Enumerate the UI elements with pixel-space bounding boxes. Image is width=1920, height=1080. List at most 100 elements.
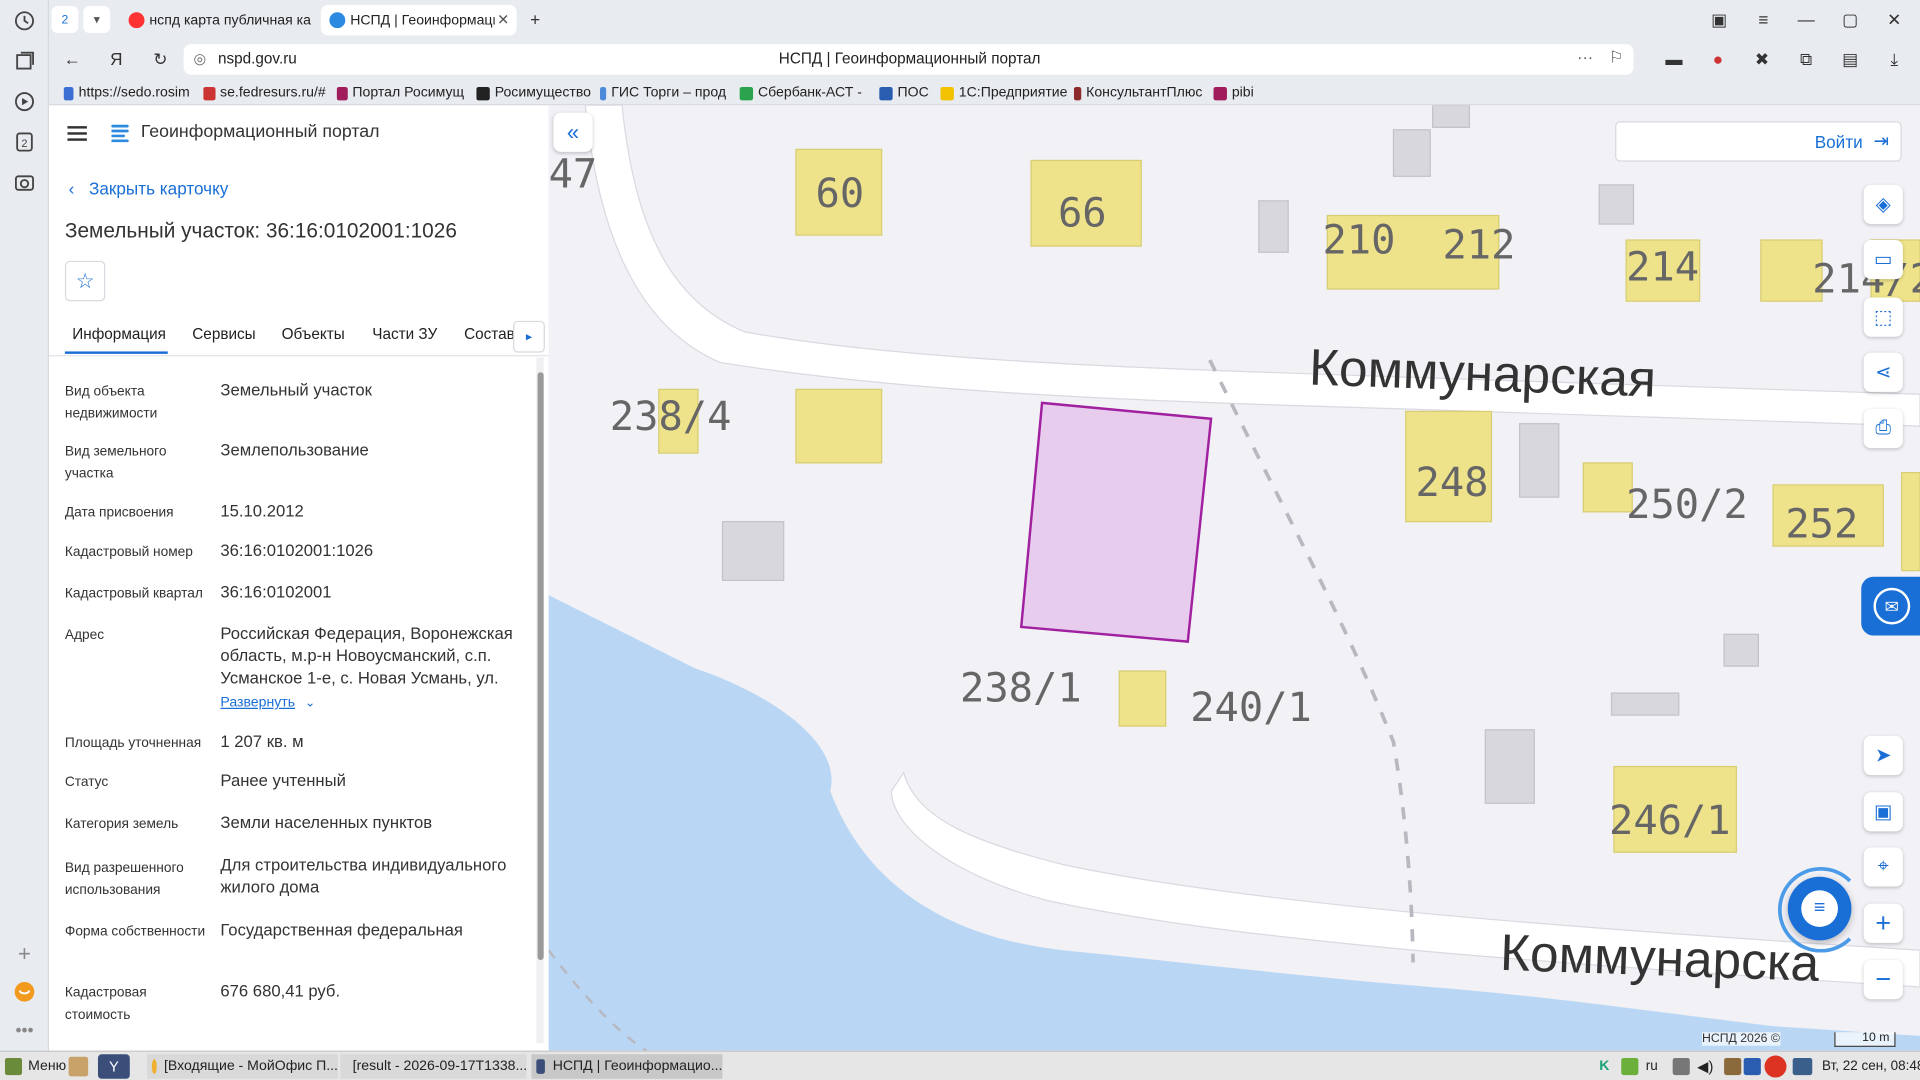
feedback-icon: ✉: [1873, 587, 1911, 625]
search-location-button[interactable]: ⌖: [1863, 847, 1903, 887]
file-manager-icon[interactable]: [68, 1056, 89, 1077]
tabs-count-icon[interactable]: 2: [13, 131, 35, 153]
bookmark-item[interactable]: Росимущество: [476, 83, 592, 103]
bookmark-item[interactable]: Сбербанк-АСТ -: [739, 83, 866, 103]
history-icon[interactable]: [13, 10, 35, 32]
site-info-icon[interactable]: ◎: [193, 50, 206, 67]
field-label: Вид земельного участка: [64, 444, 167, 482]
bookmark-item[interactable]: https://sedo.rosim: [63, 83, 190, 103]
close-window-icon[interactable]: ✕: [1883, 9, 1905, 31]
menu-icon[interactable]: ≡: [1752, 9, 1774, 31]
add-panel-icon[interactable]: +: [13, 943, 35, 965]
tab-composition[interactable]: Состав: [464, 326, 515, 343]
object-title: Земельный участок: 36:16:0102001:1026: [64, 219, 457, 243]
back-icon[interactable]: ←: [61, 48, 83, 70]
play-icon[interactable]: [13, 91, 35, 113]
extension-icon[interactable]: ⧉: [1795, 48, 1817, 70]
layers-icon: ◈: [1875, 194, 1891, 216]
language-indicator[interactable]: ru: [1646, 1054, 1658, 1078]
bookmark-item[interactable]: se.fedresurs.ru/#: [203, 83, 326, 103]
taskbar-window[interactable]: [Входящие - МойОфис П...: [146, 1054, 338, 1079]
network-icon[interactable]: [1792, 1057, 1813, 1076]
geolocation-button[interactable]: ➤: [1863, 735, 1903, 776]
tab-nspd[interactable]: НСПД | Геоинформаци ✕: [320, 4, 517, 36]
feedback-button[interactable]: ✉: [1861, 576, 1920, 636]
tab-parts[interactable]: Части ЗУ: [372, 326, 437, 343]
tab-information[interactable]: Информация: [72, 326, 166, 343]
close-card-link[interactable]: ‹ Закрыть карточку: [69, 179, 229, 199]
extension-icon[interactable]: ✖: [1751, 48, 1773, 70]
tabs-scroll-right-icon[interactable]: ▸: [513, 320, 545, 353]
yandex-browser-launcher-icon[interactable]: Y: [97, 1054, 130, 1079]
bookmark-icon[interactable]: ⚐: [1609, 48, 1623, 68]
taskbar-window-label: [result - 2026-09-17T1338...: [352, 1059, 527, 1074]
street-label: Коммунарская: [1308, 337, 1657, 408]
tray-icon[interactable]: [1743, 1057, 1761, 1076]
measure-button[interactable]: ▭: [1863, 240, 1903, 280]
object-card-panel: Геоинформационный портал ‹ Закрыть карто…: [48, 105, 549, 1051]
extension-icon[interactable]: ▬: [1663, 48, 1685, 70]
expand-label: Развернуть: [220, 695, 296, 711]
bookmark-item[interactable]: Портал Росимущ: [336, 83, 464, 103]
tabs-dropdown-icon[interactable]: ▾: [83, 6, 111, 34]
tray-icon[interactable]: [1672, 1057, 1690, 1076]
new-tab-icon[interactable]: +: [524, 9, 546, 31]
hamburger-menu-icon[interactable]: [67, 125, 87, 142]
download-icon[interactable]: ⤓: [1883, 48, 1905, 70]
scrollbar-thumb[interactable]: [537, 372, 544, 961]
tray-icon[interactable]: [1764, 1055, 1787, 1078]
select-area-button[interactable]: ⬚: [1863, 297, 1903, 337]
screenshot-icon[interactable]: [13, 171, 35, 193]
kaspersky-tray-icon[interactable]: K: [1599, 1054, 1616, 1078]
field-value: Землепользование: [220, 440, 369, 460]
clipboard-icon[interactable]: [1724, 1057, 1742, 1076]
field-value: 1 207 кв. м: [220, 732, 304, 751]
share-icon: ⋖: [1875, 362, 1892, 384]
yandex-logo-icon[interactable]: Я: [105, 48, 127, 70]
taskbar-window-active[interactable]: НСПД | Геоинформацио...: [531, 1054, 723, 1079]
extension-icon[interactable]: ▤: [1839, 48, 1861, 70]
reload-icon[interactable]: ↻: [149, 48, 171, 70]
tab-services[interactable]: Сервисы: [192, 326, 255, 343]
collapse-panel-button[interactable]: «: [553, 112, 593, 152]
taskbar-window[interactable]: [result - 2026-09-17T1338...: [340, 1054, 527, 1079]
minimap-button[interactable]: ▣: [1863, 792, 1903, 832]
tray-icon[interactable]: [1621, 1057, 1639, 1076]
mail-app-icon[interactable]: [13, 981, 35, 1003]
bookmark-item[interactable]: 1С:Предприятие: [940, 83, 1067, 103]
start-menu-button[interactable]: Меню: [4, 1054, 66, 1078]
share-button[interactable]: ⋖: [1863, 352, 1903, 392]
field-label: Вид разрешенного использования: [64, 860, 184, 898]
zoom-in-button[interactable]: +: [1863, 903, 1903, 943]
bookmark-item[interactable]: ПОС: [879, 83, 934, 103]
layers-button[interactable]: ◈: [1863, 184, 1903, 225]
more-options-icon[interactable]: ···: [1577, 48, 1593, 66]
login-button[interactable]: Войти ⇥: [1615, 121, 1902, 162]
bookmark-item[interactable]: ГИС Торги – прод: [600, 83, 726, 103]
minimize-icon[interactable]: —: [1795, 9, 1817, 31]
address-field[interactable]: ◎ nspd.gov.ru НСПД | Геоинформационный п…: [183, 44, 1634, 75]
maximize-icon[interactable]: ▢: [1839, 9, 1861, 31]
tab-objects[interactable]: Объекты: [282, 326, 345, 343]
extension-icon[interactable]: ●: [1707, 48, 1729, 70]
yandex-icon: [128, 12, 145, 29]
volume-icon[interactable]: ◀): [1697, 1054, 1714, 1078]
navigation-arrow-icon: ➤: [1875, 745, 1892, 767]
tab-search[interactable]: нспд карта публичная ка: [120, 5, 316, 36]
more-icon[interactable]: •••: [13, 1021, 35, 1043]
field-value: Земельный участок: [220, 380, 372, 400]
favorite-star-button[interactable]: ☆: [64, 260, 106, 302]
map-view[interactable]: 47 60 66 210 212 214 214/2 238/4 248 250…: [548, 105, 1920, 1051]
expand-address-link[interactable]: Развернуть ⌄: [220, 696, 315, 711]
bookmarks-panel-icon[interactable]: ▣: [1708, 9, 1730, 31]
collections-icon[interactable]: [13, 50, 35, 72]
chat-button[interactable]: ≡: [1787, 876, 1852, 941]
double-chevron-left-icon: «: [566, 119, 580, 144]
bookmark-item[interactable]: pibi: [1213, 83, 1262, 103]
tab-counter[interactable]: 2: [51, 6, 79, 34]
close-tab-icon[interactable]: ✕: [497, 11, 509, 28]
zoom-out-button[interactable]: −: [1863, 960, 1903, 1000]
bookmark-item[interactable]: КонсультантПлюс: [1073, 83, 1202, 103]
print-button[interactable]: ⎙: [1863, 408, 1903, 449]
clock[interactable]: Вт, 22 сен, 08:48: [1822, 1054, 1920, 1078]
